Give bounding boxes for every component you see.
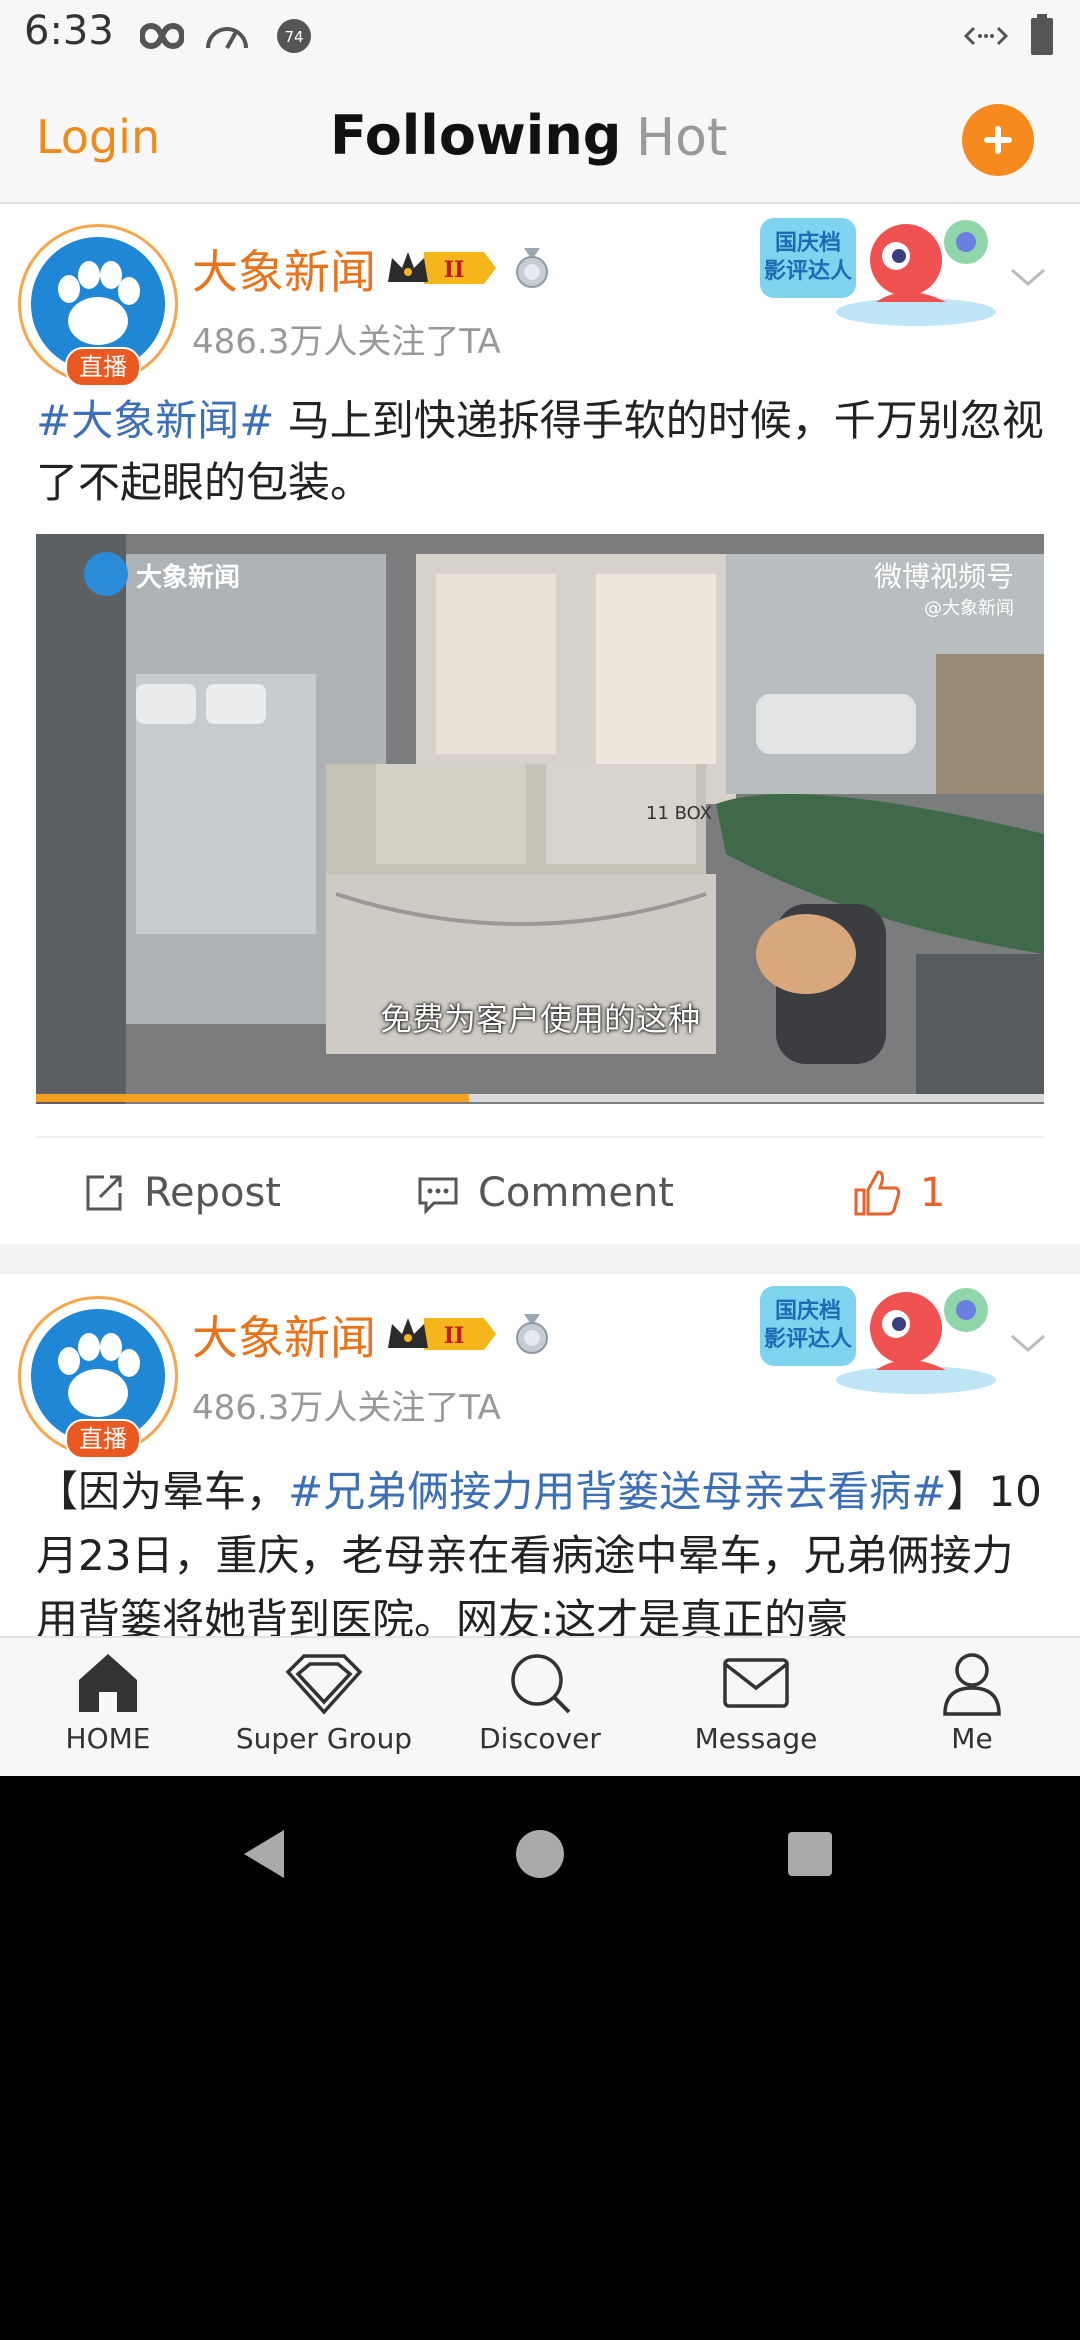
live-badge: 直播 <box>65 1419 141 1459</box>
chevron-down-icon[interactable] <box>1004 252 1052 300</box>
svg-text:II: II <box>444 1323 465 1349</box>
repost-label: Repost <box>144 1170 281 1216</box>
nav-me-label: Me <box>951 1722 993 1755</box>
nav-discover-label: Discover <box>479 1722 601 1755</box>
medal-icon <box>516 248 548 288</box>
live-badge: 直播 <box>65 347 141 387</box>
svg-text:微博视频号: 微博视频号 <box>874 560 1014 593</box>
avatar[interactable]: 直播 <box>18 224 178 387</box>
nav-discover[interactable]: Discover <box>432 1648 648 1778</box>
diamond-icon <box>285 1654 363 1715</box>
author-name[interactable]: 大象新闻 <box>192 1302 376 1368</box>
crown-level-badge-icon: II <box>388 252 496 284</box>
svg-text:II: II <box>444 257 465 283</box>
nav-me[interactable]: Me <box>864 1648 1080 1778</box>
svg-text:@大象新闻: @大象新闻 <box>924 598 1014 619</box>
nav-message-label: Message <box>694 1722 818 1755</box>
promo-mascot-badge[interactable]: 国庆档 影评达人 <box>756 212 1006 336</box>
speedometer-icon <box>206 27 248 49</box>
svg-text:国庆档: 国庆档 <box>775 230 841 256</box>
tab-hot[interactable]: Hot <box>636 108 727 168</box>
svg-text:国庆档: 国庆档 <box>775 1298 841 1324</box>
svg-text:影评达人: 影评达人 <box>764 1327 852 1352</box>
like-count: 1 <box>920 1170 946 1216</box>
search-icon <box>511 1654 571 1714</box>
top-nav: Login Following Hot <box>0 72 1080 204</box>
nav-home[interactable]: HOME <box>0 1648 216 1778</box>
follower-count: 486.3万人关注了TA <box>192 1388 501 1428</box>
like-button[interactable]: 1 <box>852 1168 945 1218</box>
nav-super-group-label: Super Group <box>235 1722 413 1755</box>
feed-post[interactable]: 直播 大象新闻 II 486.3万人关注了TA 国庆档 影评达人 【因为晕车，#… <box>0 1274 1080 1636</box>
comment-label: Comment <box>478 1170 674 1216</box>
svg-text:影评达人: 影评达人 <box>764 259 852 284</box>
repost-icon <box>86 1175 122 1211</box>
notification-badge-icon: 74 <box>277 19 311 53</box>
repost-button[interactable]: Repost <box>82 1168 281 1216</box>
video-progress-bar[interactable] <box>36 1094 1044 1102</box>
home-circle-icon[interactable] <box>514 1828 566 1880</box>
chevron-down-icon[interactable] <box>1004 1318 1052 1366</box>
tab-following[interactable]: Following <box>330 104 621 167</box>
back-icon[interactable] <box>238 1826 294 1882</box>
nav-home-label: HOME <box>65 1722 151 1755</box>
medal-icon <box>516 1314 548 1354</box>
system-nav-bar <box>0 1776 1080 2340</box>
bottom-nav: HOME Super Group Discover Message Me <box>0 1636 1080 1778</box>
video-progress-fill <box>36 1094 470 1102</box>
status-time: 6:33 <box>24 8 114 54</box>
infinity-icon <box>140 22 184 50</box>
mail-icon <box>723 1658 789 1708</box>
data-transfer-icon <box>964 26 1008 46</box>
comment-button[interactable]: Comment <box>416 1168 674 1216</box>
svg-text:74: 74 <box>284 28 303 46</box>
video-subtitle: 免费为客户使用的这种 <box>379 1000 700 1038</box>
feed-post[interactable]: 直播 大象新闻 II 486.3万人关注了TA 国庆档 影评达人 #大象新闻# … <box>0 204 1080 1244</box>
avatar[interactable]: 直播 <box>18 1296 178 1459</box>
post-text: #大象新闻# 马上到快递拆得手软的时候，千万别忽视了不起眼的包装。 <box>36 390 1046 514</box>
crown-level-badge-icon: II <box>388 1318 496 1350</box>
follower-count: 486.3万人关注了TA <box>192 322 501 362</box>
nav-message[interactable]: Message <box>648 1648 864 1778</box>
login-button[interactable]: Login <box>36 110 160 164</box>
person-icon <box>943 1653 1001 1716</box>
home-icon <box>79 1654 137 1712</box>
post-body-prefix: 【因为晕车， <box>36 1467 289 1516</box>
comment-icon <box>418 1177 458 1215</box>
status-bar: 6:33 74 <box>0 0 1080 72</box>
compose-plus-button[interactable] <box>962 104 1034 176</box>
post-separator <box>0 1244 1080 1274</box>
svg-text:11 BOX: 11 BOX <box>646 803 712 824</box>
nav-super-group[interactable]: Super Group <box>216 1648 432 1778</box>
video-player[interactable]: 11 BOX 大象新闻 微博视频号 @大象新闻 免费为客户使用的这种 <box>36 534 1044 1104</box>
post-text: 【因为晕车，#兄弟俩接力用背篓送母亲去看病#】10月23日，重庆，老母亲在看病途… <box>36 1460 1046 1636</box>
recents-square-icon[interactable] <box>786 1830 834 1878</box>
hashtag-link[interactable]: #兄弟俩接力用背篓送母亲去看病# <box>288 1467 946 1516</box>
hashtag-link[interactable]: #大象新闻# <box>36 396 274 445</box>
battery-icon <box>1031 14 1053 55</box>
author-name[interactable]: 大象新闻 <box>192 236 376 302</box>
promo-mascot-badge[interactable]: 国庆档 影评达人 <box>756 1280 1006 1404</box>
svg-text:大象新闻: 大象新闻 <box>136 562 240 593</box>
thumbs-up-icon <box>854 1170 901 1216</box>
post-actions: Repost Comment 1 <box>36 1136 1044 1244</box>
